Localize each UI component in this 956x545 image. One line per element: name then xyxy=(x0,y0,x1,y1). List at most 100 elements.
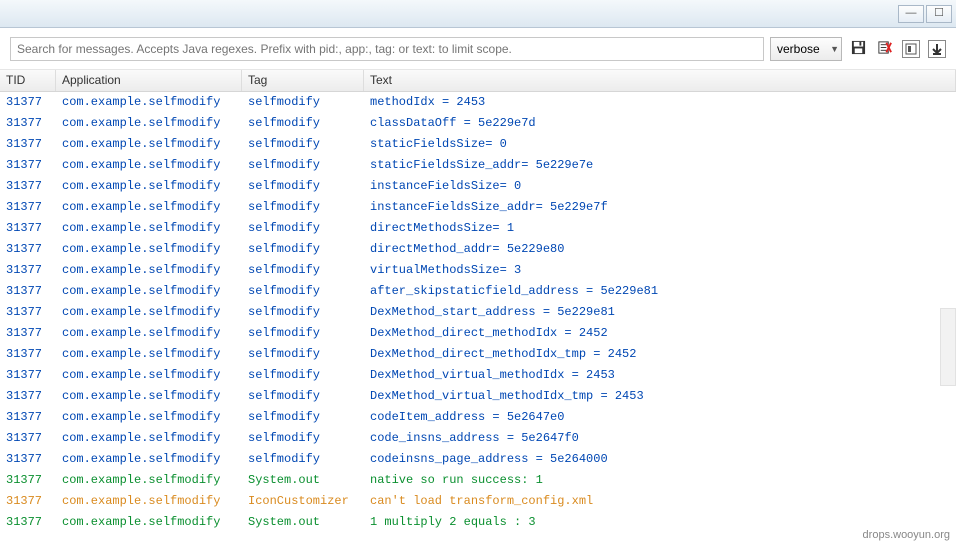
log-row[interactable]: 31377com.example.selfmodifyselfmodifysta… xyxy=(0,134,956,155)
log-row[interactable]: 31377com.example.selfmodifyselfmodifydir… xyxy=(0,239,956,260)
cell-tid: 31377 xyxy=(0,92,56,113)
log-row[interactable]: 31377com.example.selfmodifyselfmodifyDex… xyxy=(0,365,956,386)
log-row[interactable]: 31377com.example.selfmodifyselfmodifysta… xyxy=(0,155,956,176)
cell-application: com.example.selfmodify xyxy=(56,218,242,239)
log-table-body[interactable]: 31377com.example.selfmodifyselfmodifymet… xyxy=(0,92,956,533)
vertical-scrollbar[interactable] xyxy=(940,308,956,386)
cell-tag: System.out xyxy=(242,470,364,491)
column-header-application[interactable]: Application xyxy=(56,70,242,91)
cell-application: com.example.selfmodify xyxy=(56,92,242,113)
cell-text: DexMethod_direct_methodIdx_tmp = 2452 xyxy=(364,344,956,365)
save-icon xyxy=(851,40,866,58)
cell-application: com.example.selfmodify xyxy=(56,239,242,260)
cell-tid: 31377 xyxy=(0,365,56,386)
cell-application: com.example.selfmodify xyxy=(56,386,242,407)
log-row[interactable]: 31377com.example.selfmodifyselfmodifyDex… xyxy=(0,302,956,323)
cell-application: com.example.selfmodify xyxy=(56,113,242,134)
cell-tag: selfmodify xyxy=(242,344,364,365)
cell-text: instanceFieldsSize= 0 xyxy=(364,176,956,197)
log-row[interactable]: 31377com.example.selfmodifyselfmodifyaft… xyxy=(0,281,956,302)
cell-text: classDataOff = 5e229e7d xyxy=(364,113,956,134)
cell-text: can't load transform_config.xml xyxy=(364,491,956,512)
scroll-down-icon xyxy=(928,40,946,58)
cell-application: com.example.selfmodify xyxy=(56,428,242,449)
maximize-button[interactable]: ☐ xyxy=(926,5,952,23)
log-row[interactable]: 31377com.example.selfmodifyselfmodifycod… xyxy=(0,407,956,428)
log-row[interactable]: 31377com.example.selfmodifySystem.outnat… xyxy=(0,470,956,491)
cell-application: com.example.selfmodify xyxy=(56,470,242,491)
log-level-dropdown[interactable]: verbose ▼ xyxy=(770,37,842,61)
log-row[interactable]: 31377com.example.selfmodifyselfmodifydir… xyxy=(0,218,956,239)
log-row[interactable]: 31377com.example.selfmodifyselfmodify cl… xyxy=(0,113,956,134)
cell-tid: 31377 xyxy=(0,449,56,470)
cell-application: com.example.selfmodify xyxy=(56,197,242,218)
log-row[interactable]: 31377com.example.selfmodifyselfmodifymet… xyxy=(0,92,956,113)
cell-tag: selfmodify xyxy=(242,323,364,344)
cell-text: directMethodsSize= 1 xyxy=(364,218,956,239)
cell-tid: 31377 xyxy=(0,281,56,302)
cell-text: instanceFieldsSize_addr= 5e229e7f xyxy=(364,197,956,218)
cell-tid: 31377 xyxy=(0,218,56,239)
cell-text: virtualMethodsSize= 3 xyxy=(364,260,956,281)
cell-tid: 31377 xyxy=(0,176,56,197)
log-row[interactable]: 31377com.example.selfmodifyselfmodifyDex… xyxy=(0,344,956,365)
scroll-lock-button[interactable] xyxy=(900,39,920,59)
window-titlebar: — ☐ xyxy=(0,0,956,28)
log-row[interactable]: 31377com.example.selfmodifyselfmodifycod… xyxy=(0,428,956,449)
cell-tag: selfmodify xyxy=(242,260,364,281)
search-input[interactable] xyxy=(10,37,764,61)
cell-tid: 31377 xyxy=(0,323,56,344)
cell-application: com.example.selfmodify xyxy=(56,512,242,533)
cell-tag: selfmodify xyxy=(242,155,364,176)
log-row[interactable]: 31377com.example.selfmodifyselfmodifycod… xyxy=(0,449,956,470)
cell-tid: 31377 xyxy=(0,470,56,491)
cell-tid: 31377 xyxy=(0,113,56,134)
cell-application: com.example.selfmodify xyxy=(56,407,242,428)
cell-text: native so run success: 1 xyxy=(364,470,956,491)
log-level-label: verbose xyxy=(777,42,820,56)
cell-tid: 31377 xyxy=(0,512,56,533)
cell-application: com.example.selfmodify xyxy=(56,449,242,470)
cell-text: codeinsns_page_address = 5e264000 xyxy=(364,449,956,470)
cell-text: staticFieldsSize= 0 xyxy=(364,134,956,155)
log-row[interactable]: 31377com.example.selfmodifyselfmodifyDex… xyxy=(0,323,956,344)
cell-tid: 31377 xyxy=(0,428,56,449)
cell-tag: selfmodify xyxy=(242,197,364,218)
cell-application: com.example.selfmodify xyxy=(56,302,242,323)
log-row[interactable]: 31377com.example.selfmodifyIconCustomize… xyxy=(0,491,956,512)
cell-tid: 31377 xyxy=(0,260,56,281)
cell-text: DexMethod_virtual_methodIdx_tmp = 2453 xyxy=(364,386,956,407)
clear-log-button[interactable] xyxy=(874,39,894,59)
scroll-lock-icon xyxy=(902,40,920,58)
cell-text: after_skipstaticfield_address = 5e229e81 xyxy=(364,281,956,302)
save-log-button[interactable] xyxy=(848,39,868,59)
scroll-end-button[interactable] xyxy=(926,39,946,59)
cell-tag: selfmodify xyxy=(242,176,364,197)
cell-text: DexMethod_direct_methodIdx = 2452 xyxy=(364,323,956,344)
log-row[interactable]: 31377com.example.selfmodifyselfmodifyvir… xyxy=(0,260,956,281)
column-header-text[interactable]: Text xyxy=(364,70,956,91)
column-header-tag[interactable]: Tag xyxy=(242,70,364,91)
cell-application: com.example.selfmodify xyxy=(56,260,242,281)
cell-application: com.example.selfmodify xyxy=(56,323,242,344)
cell-tag: IconCustomizer xyxy=(242,491,364,512)
minimize-button[interactable]: — xyxy=(898,5,924,23)
log-row[interactable]: 31377com.example.selfmodifyselfmodifyins… xyxy=(0,197,956,218)
log-row[interactable]: 31377com.example.selfmodifySystem.out1 m… xyxy=(0,512,956,533)
cell-text: directMethod_addr= 5e229e80 xyxy=(364,239,956,260)
cell-tag: selfmodify xyxy=(242,281,364,302)
cell-tid: 31377 xyxy=(0,197,56,218)
cell-tag: selfmodify xyxy=(242,365,364,386)
cell-application: com.example.selfmodify xyxy=(56,134,242,155)
cell-text: codeItem_address = 5e2647e0 xyxy=(364,407,956,428)
column-header-tid[interactable]: TID xyxy=(0,70,56,91)
cell-application: com.example.selfmodify xyxy=(56,176,242,197)
cell-tid: 31377 xyxy=(0,155,56,176)
cell-application: com.example.selfmodify xyxy=(56,344,242,365)
cell-application: com.example.selfmodify xyxy=(56,155,242,176)
cell-text: methodIdx = 2453 xyxy=(364,92,956,113)
log-row[interactable]: 31377com.example.selfmodifyselfmodifyins… xyxy=(0,176,956,197)
cell-text: code_insns_address = 5e2647f0 xyxy=(364,428,956,449)
cell-tag: selfmodify xyxy=(242,218,364,239)
log-row[interactable]: 31377com.example.selfmodifyselfmodifyDex… xyxy=(0,386,956,407)
